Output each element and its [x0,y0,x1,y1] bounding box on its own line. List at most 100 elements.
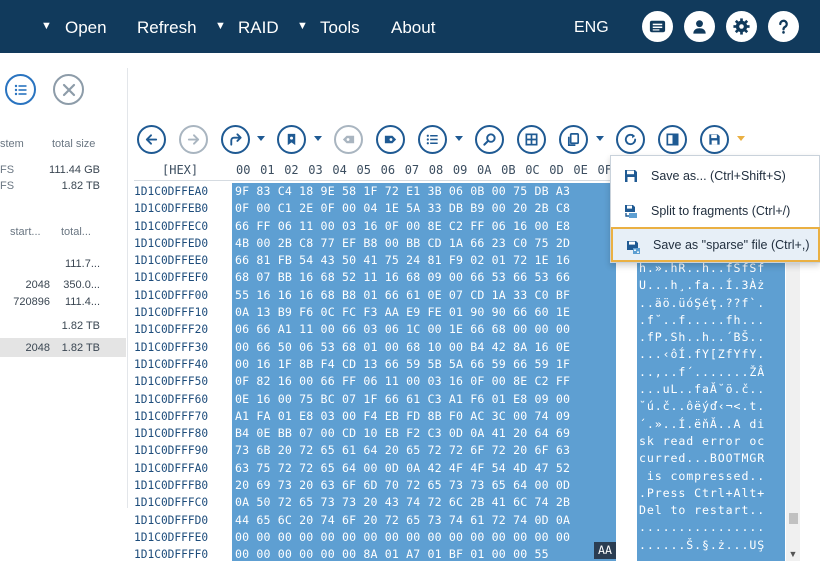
tools-dropdown-arrow-icon[interactable]: ▼ [297,0,308,53]
hex-bytes-area[interactable]: 9F 83 C4 18 9E 58 1F 72 E1 3B 06 0B 00 7… [232,183,616,561]
partition-fs[interactable]: FS [0,164,14,176]
save-button[interactable] [700,125,729,154]
hex-row[interactable]: B4 0E BB 07 00 CD 10 EB F2 C3 0D 0A 41 2… [232,425,616,442]
save-dropdown-menu: Save as... (Ctrl+Shift+S) Split to fragm… [610,155,820,263]
grid-icon [525,133,538,146]
reload-button[interactable] [616,125,645,154]
menu-item-save-as[interactable]: Save as... (Ctrl+Shift+S) [611,158,820,193]
menu-item-split-fragments[interactable]: Split to fragments (Ctrl+/) [611,193,820,228]
hex-row[interactable]: A1 FA 01 E8 03 00 F4 EB FD 8B F0 AC 3C 0… [232,408,616,425]
scroll-down-arrow-icon[interactable]: ▼ [787,549,799,559]
hex-row[interactable]: 66 FF 06 11 00 03 16 0F 00 8E C2 FF 06 1… [232,218,616,235]
menu-tools[interactable]: Tools [320,0,360,53]
hex-row[interactable]: 68 07 BB 16 68 52 11 16 68 09 00 66 53 6… [232,269,616,286]
hex-row[interactable]: 00 00 00 00 00 00 8A 01 A7 01 BF 01 00 0… [232,546,616,561]
hex-row[interactable]: 55 16 16 16 68 B8 01 66 61 0E 07 CD 1A 3… [232,287,616,304]
hex-column-header: 08 [428,163,444,177]
ascii-row[interactable]: ................ [637,519,785,536]
ascii-row[interactable]: ...‹ôÍ.fY[ZfYfY. [637,346,785,363]
column-header-total-size[interactable]: total size [52,138,95,150]
arrow-left-icon [145,134,158,145]
settings-button[interactable] [726,11,757,42]
column-header-start[interactable]: start... [10,226,41,238]
hex-row[interactable]: 0F 82 16 00 66 FF 06 11 00 03 16 0F 00 8… [232,373,616,390]
raid-dropdown-arrow-icon[interactable]: ▼ [215,0,226,53]
bookmark-button[interactable] [277,125,306,154]
hex-row[interactable]: 0F 00 C1 2E 0F 00 04 1E 5A 33 DB B9 00 2… [232,200,616,217]
save-dropdown-arrow-icon[interactable] [736,133,746,143]
column-header-total[interactable]: total... [61,226,91,238]
ascii-row[interactable]: .Press Ctrl+Alt+ [637,485,785,502]
ascii-row[interactable]: ..‚..f´.......ŽÂ [637,364,785,381]
grid-view-button[interactable] [517,125,546,154]
list-view-button[interactable] [5,74,36,105]
hex-row[interactable]: 66 81 FB 54 43 50 41 75 24 81 F9 02 01 7… [232,252,616,269]
hex-row[interactable]: 0E 16 00 75 BC 07 1F 66 61 C3 A1 F6 01 E… [232,391,616,408]
ascii-row[interactable]: sk read error oc [637,433,785,450]
go-to-dropdown-arrow-icon[interactable] [256,133,266,143]
ascii-row[interactable]: ...uL..faĂ˘ö.č.. [637,381,785,398]
forward-button[interactable] [179,125,208,154]
copy-button[interactable] [559,125,588,154]
ascii-row[interactable]: is compressed.. [637,468,785,485]
hex-row[interactable]: 44 65 6C 20 74 6F 20 72 65 73 74 61 72 7… [232,512,616,529]
back-button[interactable] [137,125,166,154]
offset-label: 1D1C0DFFFB0 [134,479,209,493]
account-button[interactable] [684,11,715,42]
language-selector[interactable]: ENG [574,0,609,53]
ascii-row[interactable]: U...h¸.fa..Í.3Àż [637,277,785,294]
top-menu-bar: ▼ Open Refresh ▼ RAID ▼ Tools About ENG [0,0,820,53]
redirect-arrow-icon [230,133,242,146]
hex-row[interactable]: 0A 13 B9 F6 0C FC F3 AA E9 FE 01 90 90 6… [232,304,616,321]
ascii-row[interactable]: .fP.Sh..h..´BŠ.. [637,329,785,346]
ascii-row[interactable]: Del to restart.. [637,502,785,519]
column-header-system[interactable]: stem [0,138,24,150]
bookmark-dropdown-arrow-icon[interactable] [313,133,323,143]
hex-row[interactable]: 06 66 A1 11 00 66 03 06 1C 00 1E 66 68 0… [232,321,616,338]
scrollbar-thumb[interactable] [789,513,798,524]
previous-tag-button[interactable] [334,125,363,154]
hex-column-header: 0A [477,163,492,177]
go-to-button[interactable] [221,125,250,154]
hex-row[interactable]: 00 00 00 00 00 00 00 00 00 00 00 00 00 0… [232,529,616,546]
hex-row[interactable]: 20 69 73 20 63 6F 6D 70 72 65 73 73 65 6… [232,477,616,494]
list-dropdown-arrow-icon[interactable] [454,133,464,143]
copy-dropdown-arrow-icon[interactable] [595,133,605,143]
hex-row[interactable]: 4B 00 2B C8 77 EF B8 00 BB CD 1A 66 23 C… [232,235,616,252]
log-button[interactable] [642,11,673,42]
panels-button[interactable] [658,125,687,154]
ascii-row[interactable]: .f˘..f.....fh... [637,312,785,329]
offset-label: 1D1C0DFFF60 [134,392,209,406]
open-dropdown-arrow-icon[interactable]: ▼ [41,0,52,53]
offset-label: 1D1C0DFFF10 [134,306,209,320]
offset-label: 1D1C0DFFF80 [134,427,209,441]
ascii-row[interactable]: ˘ú.č..ôëýď‹¬<.t. [637,398,785,415]
menu-raid[interactable]: RAID [238,0,279,53]
ascii-row[interactable]: curred...BOOTMGR [637,450,785,467]
menu-item-save-sparse[interactable]: Save as "sparse" file (Ctrl+,) [611,227,820,262]
panel-divider[interactable] [127,68,128,508]
menu-about[interactable]: About [391,0,435,53]
menu-open[interactable]: Open [65,0,107,53]
menu-refresh[interactable]: Refresh [137,0,197,53]
next-tag-button[interactable] [376,125,405,154]
ascii-row[interactable]: ´.»..Í.ëňĂ..A di [637,416,785,433]
list-icon [426,134,438,145]
help-button[interactable] [768,11,799,42]
save-icon [709,134,720,145]
hex-row[interactable]: 73 6B 20 72 65 61 64 20 65 72 72 6F 72 2… [232,442,616,459]
search-button[interactable] [475,125,504,154]
ascii-row[interactable]: ..äö.üóŞéţ.??f`. [637,295,785,312]
hex-cursor-byte[interactable]: AA [594,542,616,559]
hex-row[interactable]: 00 16 1F 8B F4 CD 13 66 59 5B 5A 66 59 6… [232,356,616,373]
ascii-text-area[interactable]: h.».hR..h..fSfSf U...h¸.fa..Í.3Àż ..äö.üóŞ… [637,260,785,561]
save-icon [625,170,637,182]
ascii-row[interactable]: ......Š.§.ż...UŞ [637,537,785,554]
partition-fs[interactable]: FS [0,180,14,192]
hex-row[interactable]: 9F 83 C4 18 9E 58 1F 72 E1 3B 06 0B 00 7… [232,183,616,200]
hex-row[interactable]: 0A 50 72 65 73 73 20 43 74 72 6C 2B 41 6… [232,494,616,511]
list-button[interactable] [418,125,447,154]
hex-row[interactable]: 63 75 72 72 65 64 00 0D 0A 42 4F 4F 54 4… [232,460,616,477]
close-button[interactable] [53,74,84,105]
hex-row[interactable]: 00 66 50 06 53 68 01 00 68 10 00 B4 42 8… [232,339,616,356]
